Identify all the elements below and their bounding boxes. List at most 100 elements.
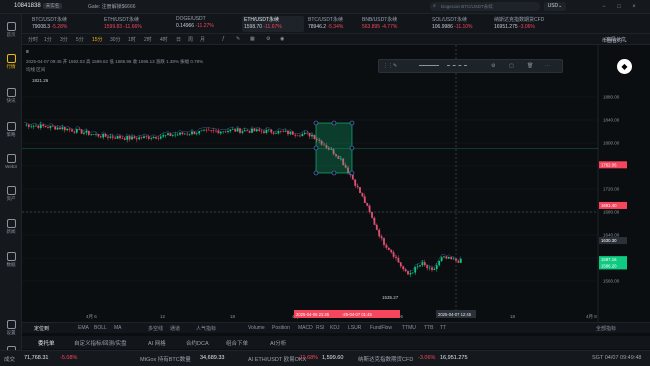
promo-notice[interactable]: Gate: 注册解锁$6666 — [88, 3, 136, 10]
locate-button[interactable]: 定位到 — [34, 325, 49, 332]
price-axis-label: 1560.00 — [603, 279, 620, 284]
status-item-label[interactable]: 纳斯达克指数期货CFD — [358, 355, 413, 363]
more-icon[interactable]: ⋯ — [545, 63, 550, 69]
indicator-tab[interactable]: KDJ — [330, 325, 339, 331]
candle-body — [162, 135, 165, 137]
candle-body — [215, 130, 217, 132]
maximize-icon[interactable]: □ — [615, 3, 623, 11]
ticker-tab[interactable]: ETH/USDT永续 1599.83 -11.66% — [102, 16, 172, 32]
sidebar-item-home[interactable]: 首页 — [0, 22, 22, 38]
tab-combo-order[interactable]: 组合下单 — [226, 339, 248, 347]
sidebar-item-assets[interactable]: 资产 — [0, 186, 22, 202]
indicator-tab[interactable]: Position — [272, 325, 290, 331]
timeframe-tab[interactable]: 分时 — [28, 36, 38, 43]
indicator-tab[interactable]: TT — [440, 325, 446, 331]
search-input[interactable]: ⌕ Dogecoin BTC/USDT永续 — [430, 2, 540, 11]
tab-custom-indicator[interactable]: 自定义指标/回测/实盘 — [74, 339, 127, 347]
delete-icon[interactable]: 🗑 — [527, 63, 533, 69]
data-icon — [6, 252, 16, 261]
tab-ai-grid[interactable]: AI 网格 — [148, 339, 166, 347]
drag-handle-icon[interactable]: ⋮⋮ — [383, 63, 393, 69]
ticker-price: 563.895 -4.77% — [362, 24, 398, 30]
high-price-label: 1821.26 — [32, 78, 49, 83]
indicator-tab[interactable]: MACD — [298, 325, 313, 331]
sidebar-item-data[interactable]: 数据 — [0, 252, 22, 268]
tab-contract-dca[interactable]: 合约DCA — [186, 339, 209, 347]
line-style-icon[interactable] — [419, 65, 439, 66]
candle-body — [263, 131, 265, 133]
draw-icon[interactable]: ✎ — [236, 36, 240, 42]
chart-menu-icon[interactable]: ≡ — [26, 49, 29, 55]
status-item-label[interactable]: MtGox 持有BTC数量 — [140, 355, 191, 363]
ticker-tab[interactable]: 纳斯达克指数期货CFD 16951.275 -3.06% — [492, 16, 560, 32]
price-axis-label: 1640.00 — [603, 233, 620, 238]
timeframe-tab-active[interactable]: 15分 — [92, 36, 103, 43]
close-icon[interactable]: × — [630, 3, 638, 11]
settings-icon[interactable]: ⚙ — [491, 63, 495, 69]
candle-body — [155, 136, 157, 139]
ticker-tab[interactable]: BNB/USDT永续 563.895 -4.77% — [360, 16, 426, 32]
sidebar-item-market[interactable]: 行情 — [0, 54, 22, 70]
sidebar-item-news[interactable]: 新闻 — [0, 219, 22, 235]
ticker-tab-active[interactable]: ETH/USDT永续 1598.70 -11.67% — [242, 16, 304, 32]
currency-select[interactable]: USD⌄ — [544, 2, 566, 11]
settings-icon[interactable]: ⚙ — [266, 36, 270, 42]
indicator-tab[interactable]: MA — [114, 325, 122, 331]
brush-icon[interactable]: ✎ — [393, 63, 397, 69]
timeframe-tab[interactable]: 周 — [188, 36, 193, 43]
wallet-icon — [6, 186, 16, 195]
timeframe-tab[interactable]: 1分 — [44, 36, 52, 43]
timeframe-tab[interactable]: 30分 — [110, 36, 121, 43]
sidebar-item-settings[interactable]: 设置 — [0, 320, 22, 336]
indicator-tab[interactable]: 人气指标 — [196, 325, 216, 332]
tab-orders[interactable]: 委托单 — [38, 339, 55, 347]
indicator-tab[interactable]: Volume — [248, 325, 265, 331]
sidebar-item-label: 行情 — [6, 64, 16, 69]
timeframe-tab[interactable]: 月 — [200, 36, 205, 43]
all-indicators-button[interactable]: 全部指标 — [596, 325, 616, 332]
layout-icon[interactable]: ▦ — [250, 36, 255, 42]
price-axis-label: 1680.00 — [603, 210, 620, 215]
price-alert-button[interactable]: 币圈合约 ⌄ — [602, 37, 628, 44]
candle-body — [301, 133, 304, 137]
indicator-tab[interactable]: FundFlow — [370, 325, 392, 331]
indicator-tab[interactable]: TTB — [424, 325, 433, 331]
candle-body — [260, 130, 263, 132]
indicator-icon[interactable]: ƒ — [222, 36, 225, 42]
indicator-tab[interactable]: RSI — [316, 325, 324, 331]
ticker-tab[interactable]: BTC/USDT永续 79008.3 -5.28% — [30, 16, 100, 32]
ticker-tab[interactable]: SOL/USDT永续 106.9986 -11.10% — [430, 16, 488, 32]
sidebar-item-strategy[interactable]: 策略 — [0, 122, 22, 138]
camera-icon[interactable]: ◉ — [280, 36, 284, 42]
timeframe-tab[interactable]: 日 — [176, 36, 181, 43]
chart-area[interactable]: 1880.001840.001800.001760.001720.001680.… — [22, 38, 650, 322]
candle-body — [66, 128, 69, 131]
indicator-tab[interactable]: LSUR — [348, 325, 361, 331]
timeframe-tab[interactable]: 2时 — [144, 36, 152, 43]
line-dash-icon[interactable] — [447, 65, 467, 66]
indicator-tab[interactable]: TTMU — [402, 325, 416, 331]
timeframe-tab[interactable]: 3分 — [60, 36, 68, 43]
timeframe-tab[interactable]: 1时 — [128, 36, 136, 43]
indicator-tab[interactable]: BOLL — [94, 325, 107, 331]
indicator-tab[interactable]: 通道 — [170, 325, 180, 332]
time-axis-label: 12 — [160, 314, 166, 319]
candle-body — [279, 131, 282, 132]
drawing-floating-toolbar[interactable]: ⋮⋮ ✎ ⚙ ▢ 🗑 ⋯ — [378, 59, 563, 73]
timeframe-tab[interactable]: 5分 — [76, 36, 84, 43]
candle-body — [428, 267, 431, 269]
timeframe-tab[interactable]: 4时 — [160, 36, 168, 43]
candle-body — [212, 130, 215, 132]
candle-body — [248, 131, 251, 133]
ticker-tab[interactable]: DOGE/USDT 0.14966 -11.27% — [174, 16, 242, 32]
indicator-tab[interactable]: EMA — [78, 325, 89, 331]
account-id[interactable]: 10841838 未实名 — [14, 3, 63, 9]
sidebar-item-flash[interactable]: 快讯 — [0, 88, 22, 104]
candle-body — [59, 127, 61, 130]
lock-icon[interactable]: ▢ — [509, 63, 514, 69]
indicator-tab[interactable]: 多空线 — [148, 325, 163, 332]
tab-ai-analysis[interactable]: AI分析 — [270, 339, 286, 347]
sidebar-item-web3[interactable]: Web3 — [0, 154, 22, 169]
candlestick-chart[interactable]: 1880.001840.001800.001760.001720.001680.… — [22, 45, 650, 322]
minimize-icon[interactable]: − — [600, 3, 608, 11]
